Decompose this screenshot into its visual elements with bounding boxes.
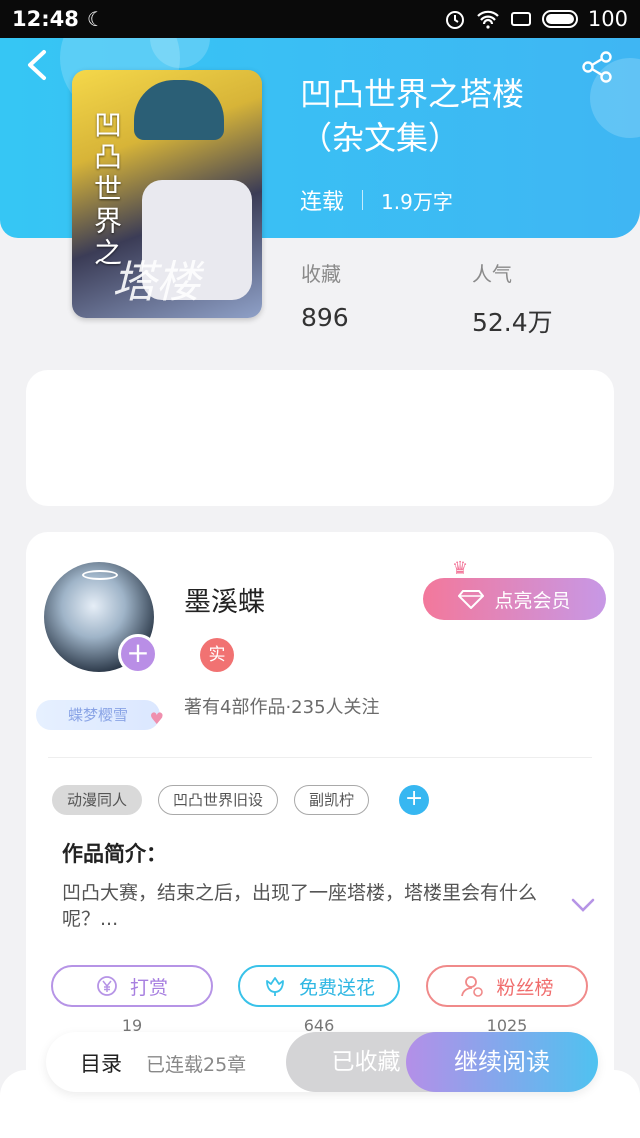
fan-ranking-button[interactable]: 粉丝榜 [426,965,588,1007]
continue-reading-button[interactable]: 继续阅读 [406,1032,598,1092]
battery-icon [541,10,578,28]
vip-button[interactable]: 点亮会员 [423,578,606,620]
tag-item[interactable]: 副凯柠 [294,785,370,815]
popularity-label: 人气 [472,262,512,286]
add-tag-button[interactable]: + [399,785,430,815]
status-bar: 12:48 ☾ 100 [0,0,640,38]
follow-plus-button[interactable]: + [118,634,158,674]
status-icons: 100 [444,7,628,31]
alarm-icon [445,11,464,29]
tag-list: 动漫同人 凹凸世界旧设 副凯柠 + [52,785,430,815]
book-title-line1: 凹凸世界之塔楼 [300,75,525,113]
meta-divider [362,190,364,210]
cover-figure-cap [134,80,224,140]
word-count: 1.9万字 [381,189,453,214]
author-stats: 著有4部作品·235人关注 [184,697,380,718]
book-title-line2: （杂文集） [300,119,461,157]
vip-button-label: 点亮会员 [494,589,571,612]
user-icon [461,976,484,997]
book-title: 凹凸世界之塔楼 （杂文集） [300,72,620,160]
toc-label[interactable]: 目录 [80,1048,122,1078]
wifi-icon [477,10,499,29]
flower-icon [266,977,284,996]
book-meta: 连载 1.9万字 [300,184,453,216]
favorites-label: 收藏 [301,262,341,286]
avatar-halo [82,570,118,580]
yen-coin-icon [97,976,117,996]
verified-badge: 实 [200,638,234,672]
serial-status: 连载 [300,190,345,215]
battery-level: 100 [587,7,628,31]
intro-text: 凹凸大赛，结束之后，出现了一座塔楼，塔楼里会有什么呢？... [62,882,538,930]
popularity-stat: 人气 52.4万 [472,258,553,339]
tag-item[interactable]: 凹凸世界旧设 [158,785,279,815]
crown-icon: ♛ [452,558,469,579]
fan-ranking-label: 粉丝榜 [496,976,554,999]
send-flower-label: 免费送花 [298,976,375,999]
section-divider [48,757,592,758]
diamond-icon [458,590,485,609]
book-cover[interactable]: 凹凸世界之 塔楼 [72,70,262,318]
favorites-stat: 收藏 896 [301,258,349,332]
empty-card [26,370,614,506]
favorites-value: 896 [301,303,349,332]
screen-icon [510,12,531,26]
cover-script-text: 塔楼 [112,257,200,308]
moon-icon: ☾ [86,7,105,31]
send-flower-button[interactable]: 免费送花 [238,965,400,1007]
nick-badge-text: 蝶梦樱雪 [67,706,128,724]
reward-button[interactable]: 打赏 [51,965,213,1007]
author-name[interactable]: 墨溪蝶 [184,580,265,619]
back-icon[interactable] [22,48,52,82]
chevron-down-icon[interactable] [570,896,596,914]
reward-label: 打赏 [129,976,168,999]
nick-badge: 蝶梦樱雪 ♥ [36,700,164,730]
status-time: 12:48 [12,7,79,31]
tag-item[interactable]: 动漫同人 [52,785,143,815]
heart-icon: ♥ [149,709,164,728]
intro-title: 作品简介： [62,842,167,866]
popularity-value: 52.4万 [472,308,553,337]
chapter-count: 已连载25章 [146,1054,247,1076]
